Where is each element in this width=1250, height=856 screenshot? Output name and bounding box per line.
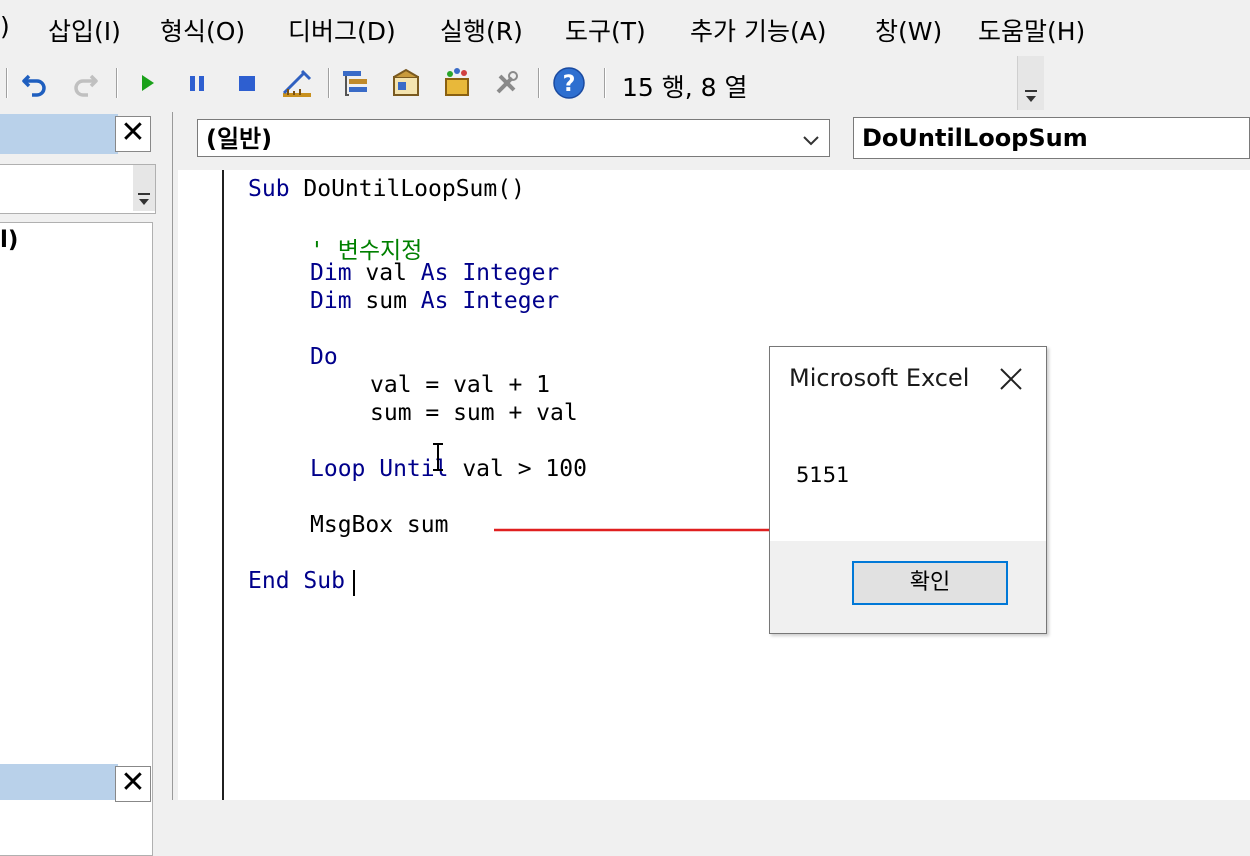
close-icon[interactable]: [996, 364, 1026, 394]
ok-button[interactable]: 확인: [852, 561, 1008, 605]
menu-item-partial[interactable]: ): [0, 12, 10, 41]
toolbar-separator: [328, 68, 330, 98]
code-margin[interactable]: [178, 170, 224, 800]
toolbar-separator: [6, 68, 8, 98]
object-dropdown-value: (일반): [206, 125, 273, 153]
object-dropdown[interactable]: (일반): [197, 119, 830, 157]
dialog-title: Microsoft Excel: [789, 364, 970, 392]
toolbar-separator: [116, 68, 118, 98]
text-caret: [353, 570, 355, 596]
toolbar-separator: [604, 68, 606, 98]
menu-bar: ) 삽입(I) 형식(O) 디버그(D) 실행(R) 도구(T) 추가 기능(A…: [0, 0, 1250, 56]
redo-icon[interactable]: [68, 66, 102, 100]
properties-panel-titlebar: [0, 764, 118, 800]
menu-item-run[interactable]: 실행(R): [440, 12, 523, 48]
code-line-5[interactable]: Do: [310, 344, 338, 370]
ibeam-cursor-icon: [433, 443, 443, 471]
annotation-arrow: [494, 519, 796, 541]
project-panel-titlebar: [0, 114, 118, 154]
undo-icon[interactable]: [18, 66, 52, 100]
break-icon[interactable]: [180, 66, 214, 100]
cursor-position-label: 15 행, 8 열: [622, 73, 748, 102]
toolbar-separator: [538, 68, 540, 98]
code-line-7[interactable]: sum = sum + val: [370, 400, 578, 426]
help-icon[interactable]: ?: [552, 66, 586, 100]
menu-item-insert[interactable]: 삽입(I): [48, 12, 121, 48]
code-line-8[interactable]: Loop Until val > 100: [310, 456, 587, 482]
menu-item-addins[interactable]: 추가 기능(A): [690, 12, 827, 48]
message-box-dialog: Microsoft Excel 5151 확인: [769, 346, 1047, 634]
chevron-down-icon: [803, 136, 819, 146]
close-icon[interactable]: ✕: [115, 116, 151, 152]
code-line-9[interactable]: MsgBox sum: [310, 512, 448, 538]
project-tree[interactable]: l): [0, 222, 153, 856]
code-line-3[interactable]: Dim val As Integer: [310, 260, 559, 286]
menu-item-format[interactable]: 형식(O): [160, 12, 245, 48]
standard-toolbar: ? 15 행, 8 열: [0, 56, 1045, 110]
code-line-6[interactable]: val = val + 1: [370, 372, 550, 398]
run-icon[interactable]: [130, 66, 164, 100]
svg-text:?: ?: [563, 72, 576, 97]
procedure-dropdown[interactable]: DoUntilLoopSum: [853, 117, 1250, 159]
design-mode-icon[interactable]: [280, 66, 314, 100]
procedure-dropdown-value: DoUntilLoopSum: [862, 124, 1088, 152]
menu-item-tools[interactable]: 도구(T): [565, 12, 646, 48]
menu-item-window[interactable]: 창(W): [875, 12, 942, 48]
tree-item-partial[interactable]: l): [0, 227, 18, 253]
project-explorer-icon[interactable]: [340, 66, 374, 100]
project-explorer-panel: ✕ l) ✕: [0, 112, 158, 856]
close-icon[interactable]: ✕: [115, 766, 151, 802]
toolbox-icon[interactable]: [490, 66, 524, 100]
menu-item-help[interactable]: 도움말(H): [978, 12, 1085, 48]
code-line-4[interactable]: Dim sum As Integer: [310, 288, 559, 314]
menu-item-debug[interactable]: 디버그(D): [288, 12, 396, 48]
properties-icon[interactable]: [390, 66, 424, 100]
object-browser-icon[interactable]: [440, 66, 474, 100]
code-line-10[interactable]: End Sub: [248, 568, 345, 594]
dialog-message: 5151: [796, 463, 850, 487]
code-line-1[interactable]: Sub DoUntilLoopSum(): [248, 176, 525, 202]
reset-icon[interactable]: [230, 66, 264, 100]
project-toolbar-strip: [0, 164, 156, 214]
toolbar-overflow-handle[interactable]: [1017, 56, 1044, 110]
